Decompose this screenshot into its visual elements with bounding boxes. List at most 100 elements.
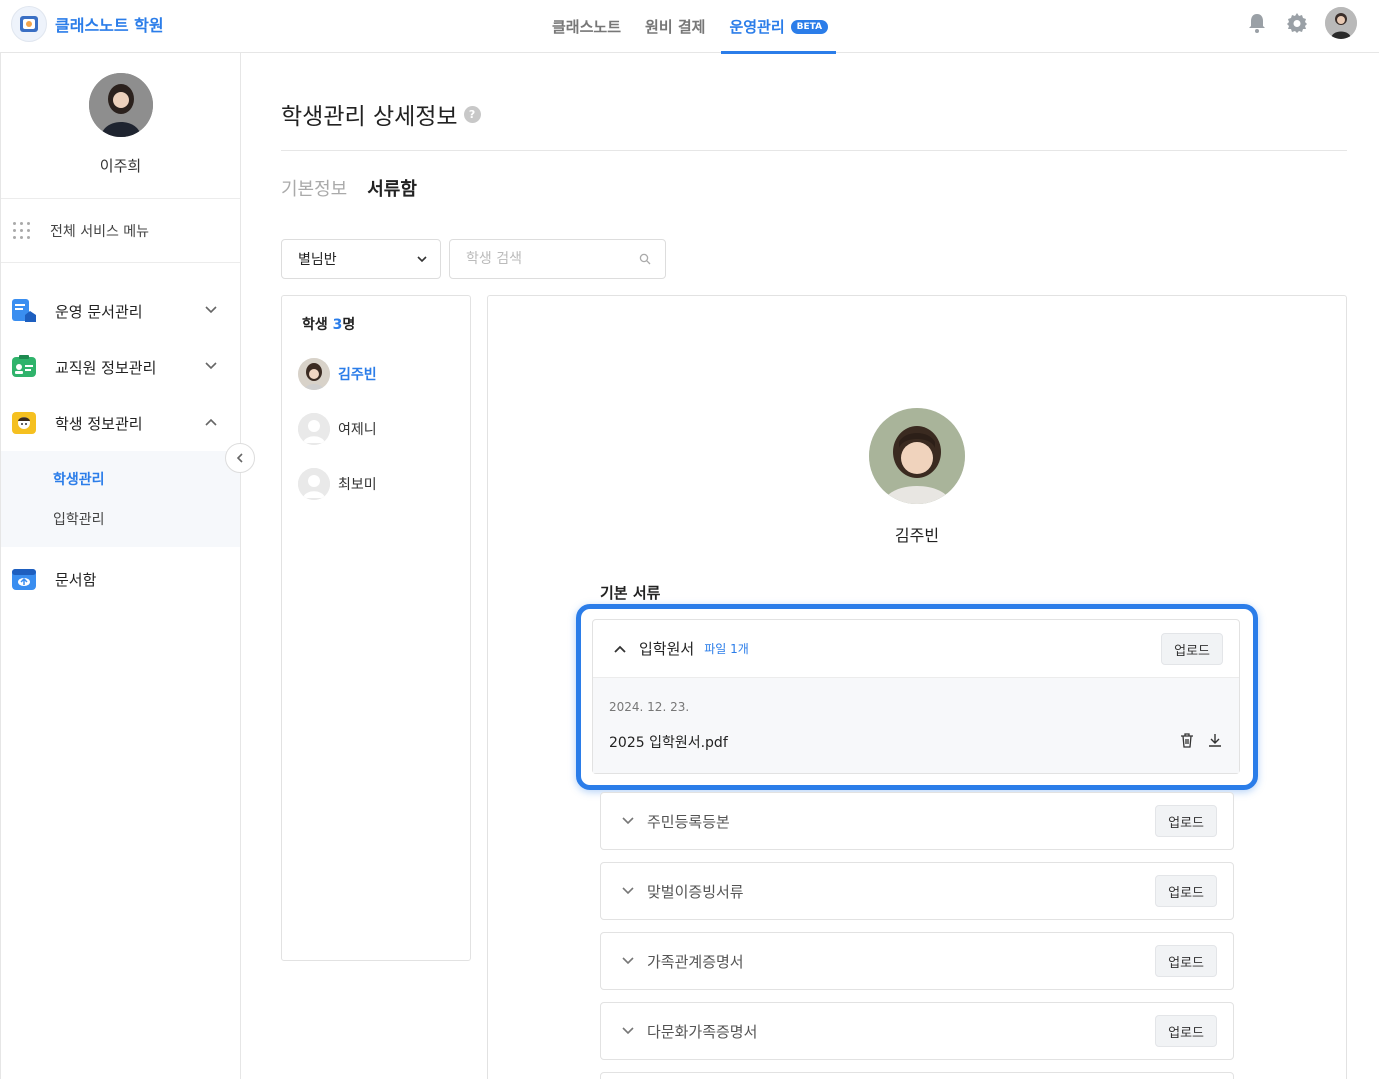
upload-button[interactable]: 업로드	[1155, 945, 1217, 977]
document-title: 맞벌이증빙서류	[647, 882, 744, 901]
main-content: 학생관리 상세정보 ? 기본정보 서류함 별님반 학생 3명 김주빈 여제니	[241, 53, 1379, 1079]
student-list-item[interactable]: 최보미	[298, 467, 377, 501]
student-search	[449, 239, 666, 279]
help-icon[interactable]: ?	[463, 105, 481, 123]
document-title: 입학원서	[639, 640, 695, 658]
nav-classnote[interactable]: 클래스노트	[540, 0, 633, 53]
upload-button[interactable]: 업로드	[1155, 805, 1217, 837]
brand[interactable]: 클래스노트 학원	[11, 6, 164, 42]
file-actions	[1179, 732, 1223, 748]
section-title: 기본 서류	[600, 584, 661, 602]
header-actions	[1245, 7, 1357, 39]
student-detail-name: 김주빈	[894, 526, 940, 545]
sidebar-item-label: 운영 문서관리	[55, 302, 143, 321]
student-list: 학생 3명 김주빈 여제니 최보미	[281, 295, 471, 961]
file-count: 파일 1개	[704, 642, 749, 656]
student-name: 여제니	[338, 422, 377, 438]
nav-tuition-payment[interactable]: 원비 결제	[633, 0, 717, 53]
bell-icon[interactable]	[1245, 11, 1269, 35]
download-icon[interactable]	[1207, 732, 1223, 748]
nav-operations[interactable]: 운영관리 BETA	[717, 0, 840, 54]
upload-button[interactable]: 업로드	[1155, 875, 1217, 907]
student-submenu: 학생관리 입학관리	[1, 451, 240, 547]
beta-badge: BETA	[790, 19, 829, 34]
sidebar-item-staff-info[interactable]: 교직원 정보관리	[1, 339, 240, 395]
upload-button[interactable]: 업로드	[1155, 1015, 1217, 1047]
profile-photo	[88, 73, 153, 137]
sidebar-item-label: 학생 정보관리	[55, 414, 143, 433]
sidebar-item-student-info[interactable]: 학생 정보관리	[1, 395, 240, 451]
chevron-down-icon[interactable]	[204, 303, 218, 317]
sidebar-subitem-admission-management[interactable]: 입학관리	[1, 499, 240, 539]
default-avatar-icon	[298, 413, 330, 445]
chevron-up-icon[interactable]	[613, 642, 627, 656]
document-item[interactable]: 가족관계증명서 업로드	[600, 932, 1234, 990]
student-avatar	[298, 358, 330, 390]
divider	[281, 150, 1347, 151]
chevron-down-icon[interactable]	[621, 884, 635, 898]
brand-name: 클래스노트 학원	[55, 16, 164, 35]
main-nav: 클래스노트 원비 결제 운영관리 BETA	[540, 0, 840, 54]
student-icon	[11, 410, 37, 436]
sidebar-menu: 운영 문서관리 교직원 정보관리 학생 정보관리 학생관리 입학관리 문서함	[1, 263, 240, 607]
document-item[interactable]: 맞벌이증빙서류 업로드	[600, 862, 1234, 920]
student-list-item[interactable]: 김주빈	[298, 357, 377, 391]
chevron-up-icon[interactable]	[204, 415, 218, 429]
count-suffix: 명	[342, 317, 356, 333]
upload-button[interactable]: 업로드	[1161, 633, 1223, 665]
brand-logo-icon	[11, 6, 47, 42]
student-detail-panel: 김주빈 기본 서류 입학원서 파일 1개 업로드 2024. 12. 23. 2…	[487, 295, 1347, 1079]
default-avatar-icon	[298, 468, 330, 500]
detail-tabs: 기본정보 서류함	[281, 175, 417, 201]
sidebar-item-operation-docs[interactable]: 운영 문서관리	[1, 283, 240, 339]
top-header: 클래스노트 학원 클래스노트 원비 결제 운영관리 BETA	[0, 0, 1379, 54]
sidebar-item-label: 교직원 정보관리	[55, 358, 157, 377]
document-title: 주민등록등본	[647, 812, 730, 831]
student-search-input[interactable]	[466, 251, 626, 267]
chevron-down-icon[interactable]	[621, 954, 635, 968]
chevron-down-icon[interactable]	[204, 359, 218, 373]
page-title-text: 학생관리 상세정보	[281, 104, 458, 130]
grid-dots-icon	[13, 222, 30, 239]
nav-label: 클래스노트	[552, 18, 622, 36]
file-date: 2024. 12. 23.	[609, 700, 690, 714]
nav-label: 운영관리	[729, 18, 785, 36]
chevron-down-icon[interactable]	[621, 1024, 635, 1038]
cloud-box-icon	[11, 566, 37, 592]
sidebar: 이주희 전체 서비스 메뉴 운영 문서관리 교직원 정보관리 학생 정보관리 학…	[0, 53, 241, 1079]
student-name: 김주빈	[338, 367, 377, 383]
student-name: 최보미	[338, 477, 377, 493]
document-item-expanded: 입학원서 파일 1개 업로드 2024. 12. 23. 2025 입학원서.p…	[592, 619, 1240, 774]
chevron-left-icon	[236, 453, 243, 463]
chevron-down-icon[interactable]	[621, 814, 635, 828]
all-services-menu[interactable]: 전체 서비스 메뉴	[1, 199, 240, 263]
class-select-value: 별님반	[298, 252, 337, 268]
document-icon	[11, 298, 37, 324]
gear-icon[interactable]	[1285, 11, 1309, 35]
profile-name: 이주희	[99, 157, 142, 175]
file-name[interactable]: 2025 입학원서.pdf	[609, 732, 728, 752]
document-item[interactable]: 주민등록등본 업로드	[600, 792, 1234, 850]
document-item-partial[interactable]	[600, 1072, 1234, 1079]
tab-basic-info[interactable]: 기본정보	[281, 175, 347, 201]
document-item[interactable]: 다문화가족증명서 업로드	[600, 1002, 1234, 1060]
sidebar-subitem-student-management[interactable]: 학생관리	[1, 459, 240, 499]
chevron-down-icon	[417, 256, 427, 263]
profile-section: 이주희	[1, 53, 240, 199]
search-icon[interactable]	[639, 253, 651, 265]
student-count: 학생 3명	[302, 314, 355, 334]
student-photo	[869, 408, 965, 504]
count-prefix: 학생	[302, 317, 333, 333]
user-avatar[interactable]	[1325, 7, 1357, 39]
staff-card-icon	[11, 354, 37, 380]
trash-icon[interactable]	[1179, 732, 1195, 748]
sidebar-collapse-button[interactable]	[225, 443, 255, 473]
document-title: 가족관계증명서	[647, 952, 744, 971]
student-list-item[interactable]: 여제니	[298, 412, 377, 446]
subitem-label: 학생관리	[53, 472, 105, 488]
document-header[interactable]: 입학원서 파일 1개 업로드	[593, 620, 1239, 678]
class-select[interactable]: 별님반	[281, 239, 441, 279]
tab-document-box[interactable]: 서류함	[367, 175, 417, 201]
sidebar-item-document-box[interactable]: 문서함	[1, 551, 240, 607]
subitem-label: 입학관리	[53, 512, 105, 528]
